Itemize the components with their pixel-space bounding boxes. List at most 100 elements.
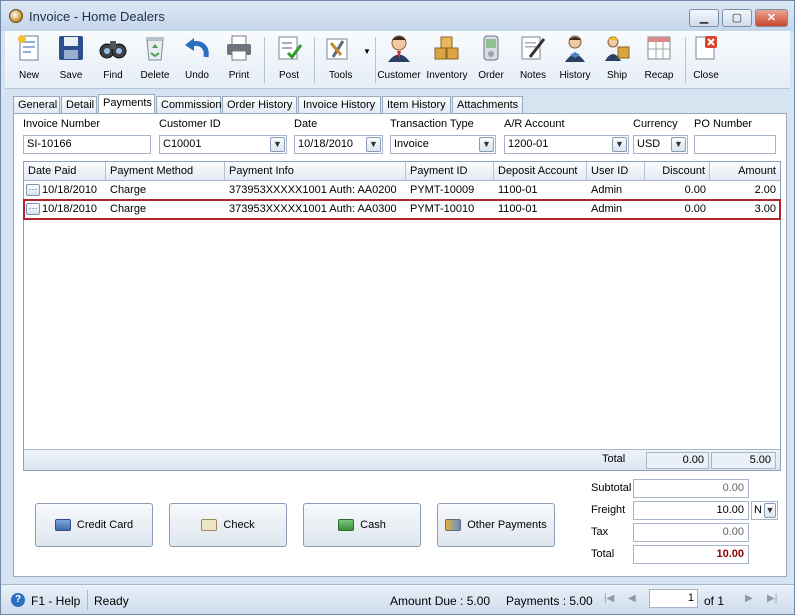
help-icon[interactable]: ? <box>11 593 25 607</box>
cell-payment-id[interactable]: PYMT-10009 <box>406 181 494 200</box>
chevron-down-icon[interactable]: ▼ <box>671 137 686 152</box>
next-page-icon[interactable]: ▶ <box>745 593 753 604</box>
order-device-icon <box>476 33 506 63</box>
payments-text: Payments : 5.00 <box>506 594 593 608</box>
tab-invoice-history[interactable]: Invoice History <box>298 96 381 114</box>
page-number-input[interactable]: 1 <box>649 589 698 608</box>
toolbar-find-button[interactable]: Find <box>95 33 131 87</box>
toolbar-tools-button[interactable]: ▼ Tools <box>319 33 371 87</box>
credit-card-button[interactable]: Credit Card <box>35 503 153 547</box>
cell-date-paid[interactable]: 10/18/2010 <box>38 200 106 219</box>
tab-commission[interactable]: Commission <box>156 96 222 114</box>
freight-label: Freight <box>591 504 626 516</box>
cell-date-paid[interactable]: 10/18/2010 <box>38 181 106 200</box>
toolbar-inventory-button[interactable]: Inventory <box>425 33 469 87</box>
toolbar-order-button[interactable]: Order <box>473 33 509 87</box>
tax-value: 0.00 <box>633 523 749 542</box>
close-window-button[interactable]: ✕ <box>755 9 788 27</box>
column-payment-id[interactable]: Payment ID <box>406 162 494 181</box>
cash-button[interactable]: Cash <box>303 503 421 547</box>
tools-dropdown-arrow-icon[interactable]: ▼ <box>363 47 371 56</box>
cell-payment-id[interactable]: PYMT-10010 <box>406 200 494 219</box>
tab-detail[interactable]: Detail <box>61 96 97 114</box>
toolbar-ship-button[interactable]: Ship <box>599 33 635 87</box>
cell-amount[interactable]: 2.00 <box>710 181 780 200</box>
toolbar-separator <box>314 37 315 83</box>
column-amount[interactable]: Amount <box>710 162 780 181</box>
tools-icon <box>323 33 353 63</box>
freight-option-select[interactable]: N ▼ <box>751 501 778 520</box>
customer-id-select[interactable]: C10001 ▼ <box>159 135 287 154</box>
table-row-selected[interactable]: ··· 10/18/2010 Charge 373953XXXXX1001 Au… <box>23 199 781 220</box>
toolbar-close-button[interactable]: Close <box>688 33 724 87</box>
cell-user-id[interactable]: Admin <box>587 200 645 219</box>
last-page-icon[interactable]: ▶| <box>767 593 777 604</box>
new-document-icon <box>14 33 44 63</box>
toolbar-notes-button[interactable]: Notes <box>515 33 551 87</box>
column-payment-method[interactable]: Payment Method <box>106 162 225 181</box>
tab-attachments[interactable]: Attachments <box>452 96 523 114</box>
tab-payments[interactable]: Payments <box>98 94 155 115</box>
binoculars-icon <box>98 33 128 63</box>
cell-payment-method[interactable]: Charge <box>106 200 225 219</box>
transaction-type-select[interactable]: Invoice ▼ <box>390 135 496 154</box>
tab-order-history[interactable]: Order History <box>222 96 297 114</box>
currency-select[interactable]: USD ▼ <box>633 135 688 154</box>
toolbar-save-button[interactable]: Save <box>53 33 89 87</box>
toolbar-history-button[interactable]: History <box>557 33 593 87</box>
previous-page-icon[interactable]: ◀ <box>628 593 636 604</box>
cell-discount[interactable]: 0.00 <box>645 200 710 219</box>
first-page-icon[interactable]: |◀ <box>604 593 614 604</box>
column-discount[interactable]: Discount <box>645 162 710 181</box>
credit-card-icon <box>54 519 71 532</box>
cell-deposit-account[interactable]: 1100-01 <box>494 200 587 219</box>
po-number-field[interactable] <box>694 135 776 154</box>
toolbar-customer-button[interactable]: Customer <box>377 33 421 87</box>
cell-deposit-account[interactable]: 1100-01 <box>494 181 587 200</box>
notes-pen-icon <box>518 33 548 63</box>
ar-account-select[interactable]: 1200-01 ▼ <box>504 135 629 154</box>
cell-payment-method[interactable]: Charge <box>106 181 225 200</box>
date-label: Date <box>294 118 318 130</box>
cell-payment-info[interactable]: 373953XXXXX1001 Auth: AA0200 <box>225 181 406 200</box>
chevron-down-icon[interactable]: ▼ <box>270 137 285 152</box>
toolbar-undo-button[interactable]: Undo <box>179 33 215 87</box>
check-button[interactable]: Check <box>169 503 287 547</box>
chevron-down-icon[interactable]: ▼ <box>479 137 494 152</box>
freight-field[interactable]: 10.00 <box>633 501 749 520</box>
tab-general[interactable]: General <box>13 96 60 114</box>
toolbar-new-button[interactable]: New <box>11 33 47 87</box>
toolbar-recap-button[interactable]: Recap <box>641 33 677 87</box>
app-icon <box>9 9 23 23</box>
column-user-id[interactable]: User ID <box>587 162 645 181</box>
minimize-button[interactable]: ▁ <box>689 9 719 27</box>
cell-payment-info[interactable]: 373953XXXXX1001 Auth: AA0300 <box>225 200 406 219</box>
transaction-type-label: Transaction Type <box>390 118 474 130</box>
toolbar-separator <box>375 37 376 83</box>
chevron-down-icon[interactable]: ▼ <box>366 137 381 152</box>
date-picker[interactable]: 10/18/2010 ▼ <box>294 135 383 154</box>
toolbar-post-button[interactable]: Post <box>271 33 307 87</box>
total-discount-value: 0.00 <box>646 452 709 469</box>
other-payments-icon <box>445 519 462 532</box>
printer-icon <box>224 33 254 63</box>
column-deposit-account[interactable]: Deposit Account <box>494 162 587 181</box>
invoice-number-field[interactable]: SI-10166 <box>23 135 151 154</box>
chevron-down-icon[interactable]: ▼ <box>764 503 776 518</box>
column-date-paid[interactable]: Date Paid <box>24 162 106 181</box>
tab-item-history[interactable]: Item History <box>382 96 451 114</box>
help-hint[interactable]: F1 - Help <box>31 594 80 608</box>
grid-header: Date Paid Payment Method Payment Info Pa… <box>24 162 780 181</box>
other-payments-button[interactable]: Other Payments <box>437 503 555 547</box>
cell-user-id[interactable]: Admin <box>587 181 645 200</box>
toolbar-print-button[interactable]: Print <box>221 33 257 87</box>
cell-discount[interactable]: 0.00 <box>645 181 710 200</box>
column-payment-info[interactable]: Payment Info <box>225 162 406 181</box>
grid-total-label: Total <box>602 453 626 465</box>
cell-amount[interactable]: 3.00 <box>710 200 780 219</box>
toolbar-delete-button[interactable]: Delete <box>137 33 173 87</box>
table-row[interactable]: ··· 10/18/2010 Charge 373953XXXXX1001 Au… <box>24 181 780 200</box>
chevron-down-icon[interactable]: ▼ <box>612 137 627 152</box>
maximize-button[interactable]: ▢ <box>722 9 752 27</box>
customer-person-icon <box>384 33 414 63</box>
